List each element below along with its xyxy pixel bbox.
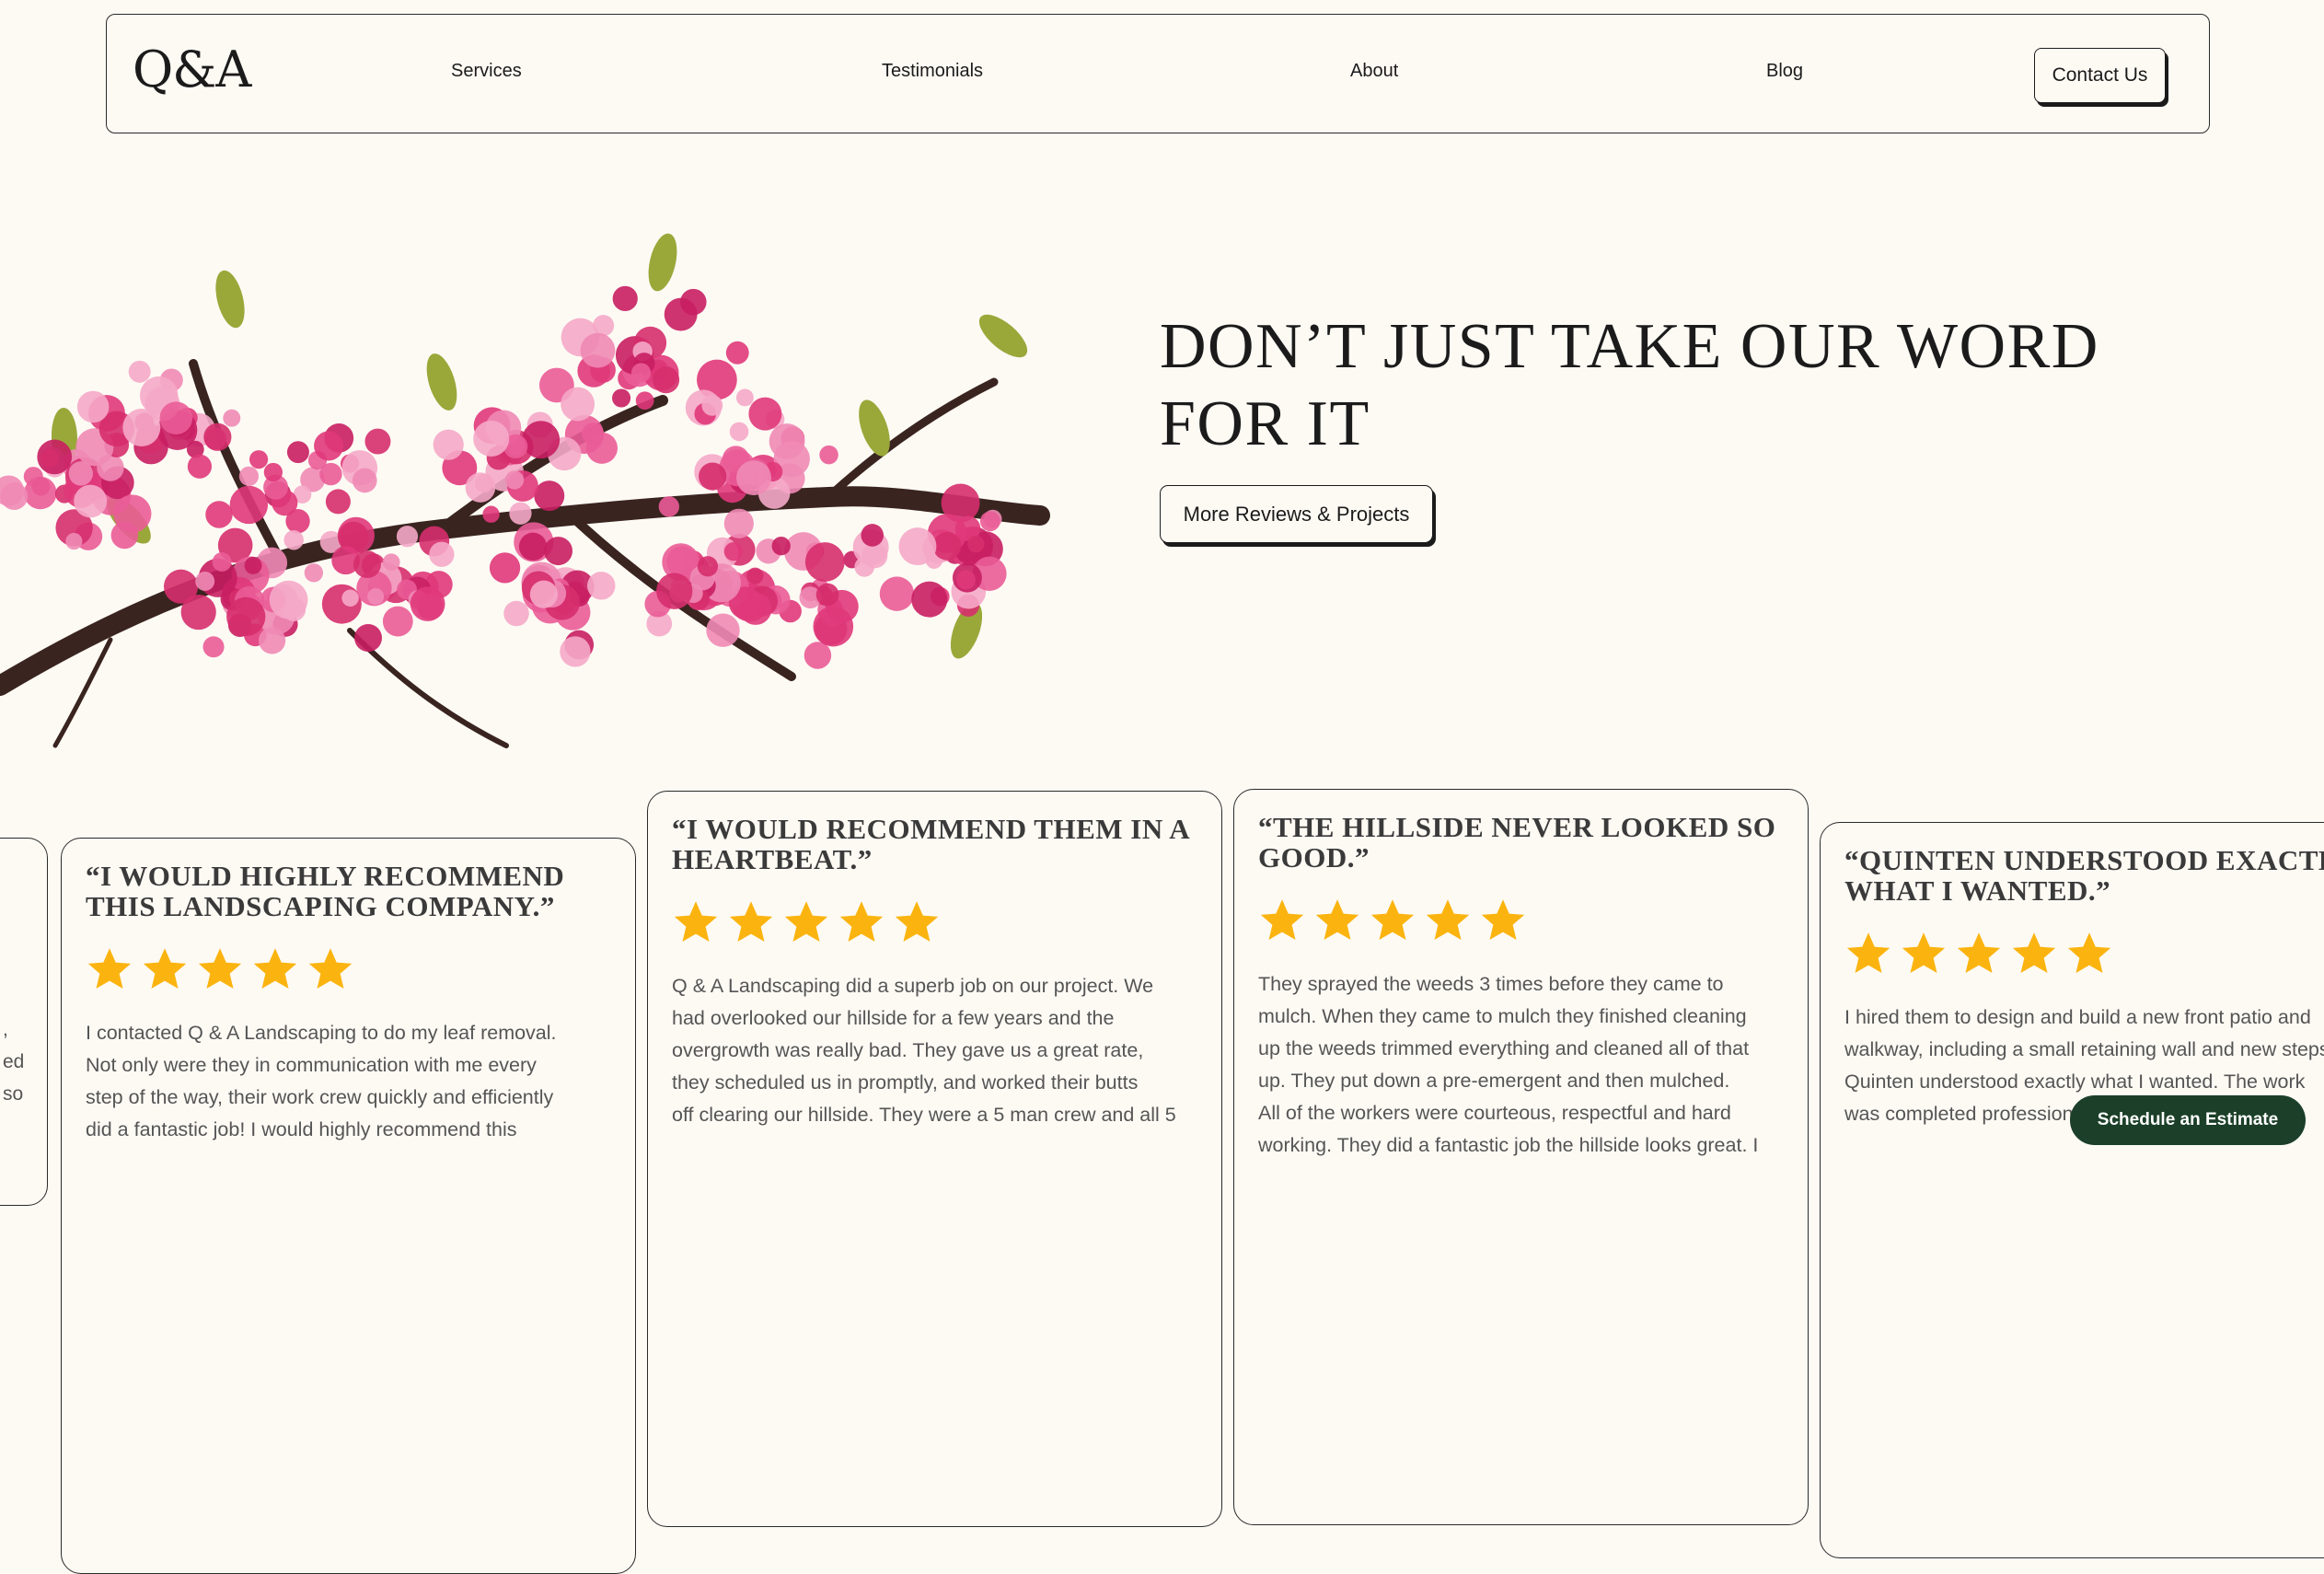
nav-link-services[interactable]: Services	[451, 61, 522, 82]
review-title: “QUINTEN UNDERSTOOD EXACTLY WHAT I WANTE…	[1844, 844, 2324, 907]
review-card: “THE HILLSIDE NEVER LOOKED SO GOOD.” The…	[1233, 789, 1809, 1525]
review-text: Q & A Landscaping did a superb job on ou…	[672, 975, 1176, 1126]
schedule-estimate-button[interactable]: Schedule an Estimate	[2070, 1095, 2306, 1145]
review-title: “THE HILLSIDE NEVER LOOKED SO GOOD.”	[1258, 811, 1776, 874]
star-icon	[198, 948, 242, 990]
top-navigation: Q&A Services Testimonials About Blog Con…	[106, 14, 2210, 133]
star-icon	[143, 948, 187, 990]
blossom-branch-image	[0, 233, 1050, 748]
review-title: “I WOULD RECOMMEND THEM IN A HEARTBEAT.”	[672, 813, 1189, 875]
review-text: I contacted Q & A Landscaping to do my l…	[86, 1022, 557, 1140]
review-card: “I WOULD HIGHLY RECOMMEND THIS LANDSCAPI…	[61, 838, 636, 1574]
review-title: “I WOULD HIGHLY RECOMMEND THIS LANDSCAPI…	[86, 860, 565, 922]
star-icon	[1481, 899, 1525, 941]
star-rating	[672, 898, 1197, 946]
star-icon	[839, 901, 884, 943]
star-icon	[784, 901, 828, 943]
partial-card-text: , ed so	[3, 1019, 25, 1105]
star-icon	[87, 948, 132, 990]
nav-link-testimonials[interactable]: Testimonials	[882, 61, 983, 82]
review-text: They sprayed the weeds 3 times before th…	[1258, 973, 1759, 1156]
star-icon	[674, 901, 718, 943]
more-reviews-button[interactable]: More Reviews & Projects	[1160, 485, 1433, 543]
star-rating	[1844, 930, 2324, 978]
star-icon	[1957, 932, 2001, 974]
review-card-partial: , ed so	[0, 838, 48, 1206]
star-rating	[1258, 897, 1784, 944]
logo[interactable]: Q&A	[133, 41, 251, 98]
star-icon	[308, 948, 353, 990]
review-card: “QUINTEN UNDERSTOOD EXACTLY WHAT I WANTE…	[1820, 822, 2324, 1558]
star-icon	[1902, 932, 1946, 974]
star-icon	[729, 901, 773, 943]
testimonials-headline: DON’T JUST TAKE OUR WORD FOR IT	[1160, 311, 2099, 459]
star-icon	[2012, 932, 2056, 974]
star-icon	[253, 948, 297, 990]
star-icon	[1370, 899, 1415, 941]
star-icon	[1846, 932, 1890, 974]
star-icon	[1260, 899, 1304, 941]
contact-us-button[interactable]: Contact Us	[2034, 48, 2166, 103]
star-icon	[2067, 932, 2111, 974]
nav-link-blog[interactable]: Blog	[1766, 61, 1803, 82]
nav-link-about[interactable]: About	[1350, 61, 1398, 82]
star-rating	[86, 945, 611, 993]
star-icon	[1315, 899, 1359, 941]
star-icon	[1426, 899, 1470, 941]
star-icon	[895, 901, 939, 943]
review-card: “I WOULD RECOMMEND THEM IN A HEARTBEAT.”…	[647, 791, 1222, 1527]
